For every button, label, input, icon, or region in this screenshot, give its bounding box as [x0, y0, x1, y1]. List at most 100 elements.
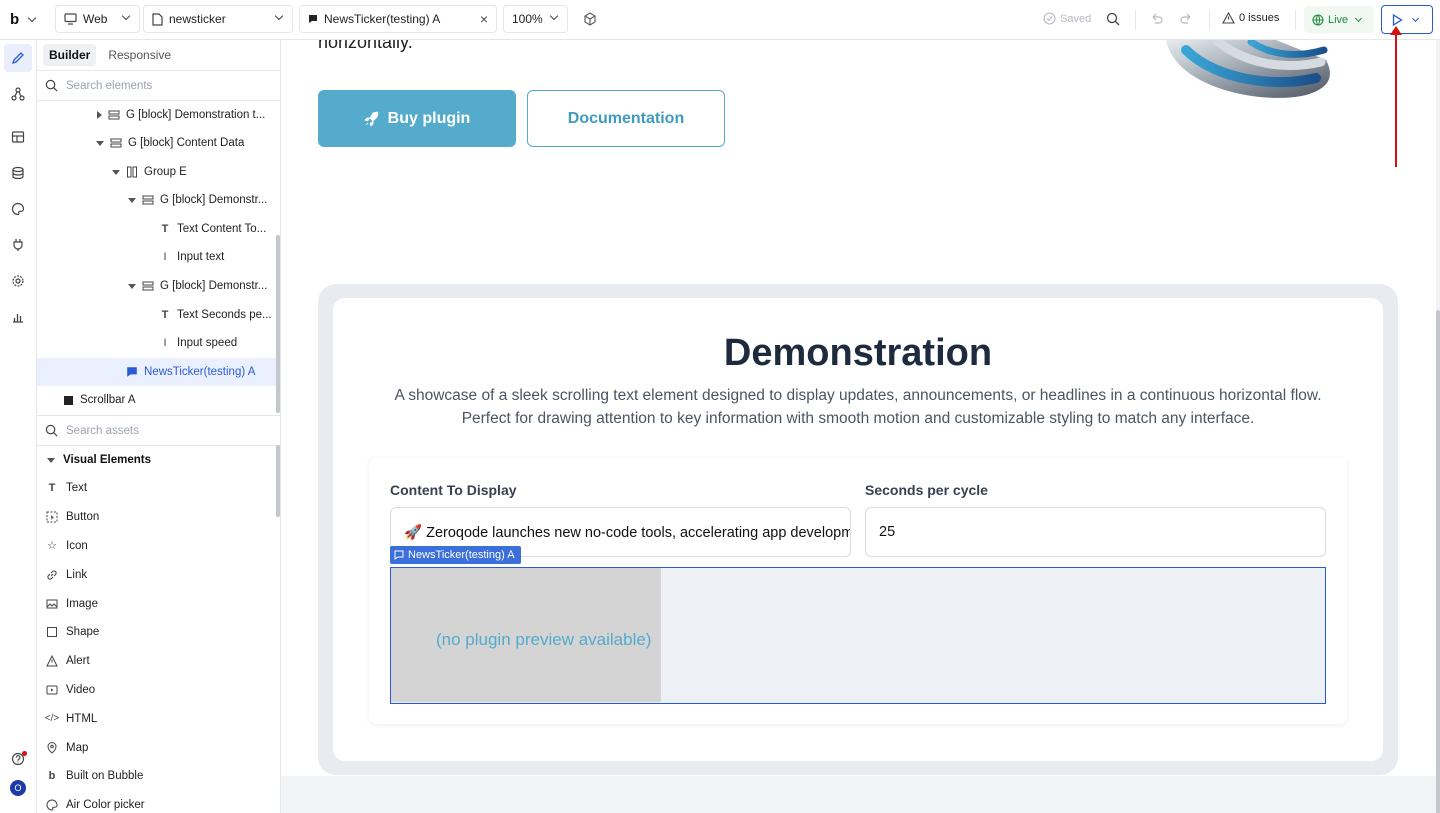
live-dropdown[interactable]: Live: [1304, 6, 1374, 33]
buy-plugin-button[interactable]: Buy plugin: [318, 90, 516, 147]
play-icon: [1392, 13, 1403, 26]
asset-image[interactable]: Image: [37, 589, 280, 618]
search-assets-input[interactable]: [66, 424, 256, 437]
asset-map[interactable]: Map: [37, 733, 280, 762]
icon-rail: O: [0, 40, 37, 813]
visual-elements-section[interactable]: Visual Elements: [37, 446, 280, 474]
issues-button[interactable]: 0 issues: [1222, 12, 1279, 24]
design-pencil-icon[interactable]: [4, 44, 32, 72]
asset-color-picker[interactable]: Air Color picker: [37, 791, 280, 813]
tree-item[interactable]: Group E: [37, 158, 277, 186]
tree-item[interactable]: G [block] Content Data: [37, 129, 277, 157]
tree-item-label: Input text: [177, 251, 225, 263]
demonstration-section: Demonstration A showcase of a sleek scro…: [318, 284, 1398, 775]
collapse-arrow-icon[interactable]: [128, 283, 136, 289]
newsticker-element[interactable]: (no plugin preview available): [390, 567, 1326, 704]
page-canvas: horizontally. Buy plugin Documentation D…: [281, 40, 1436, 776]
tree-item-selected[interactable]: NewsTicker(testing) A: [37, 358, 277, 386]
collapse-arrow-icon[interactable]: [47, 457, 55, 463]
asset-shape[interactable]: Shape: [37, 618, 280, 647]
bubble-logo: b: [10, 11, 20, 28]
undo-icon[interactable]: [1148, 10, 1166, 28]
tree-item[interactable]: I Input text: [37, 243, 277, 271]
tab-responsive[interactable]: Responsive: [102, 44, 177, 66]
documentation-button[interactable]: Documentation: [527, 90, 725, 147]
plugin-element-icon: [127, 367, 137, 377]
avatar[interactable]: O: [10, 780, 26, 796]
analytics-icon[interactable]: [9, 308, 27, 326]
workflow-icon[interactable]: [9, 85, 27, 103]
plugin-icon[interactable]: [9, 236, 27, 254]
square-icon: [47, 627, 57, 638]
chevron-down-icon: [549, 11, 559, 21]
plugin-element-icon: [309, 15, 317, 23]
tree-scrollbar[interactable]: [276, 235, 280, 413]
selected-element-tag[interactable]: NewsTicker(testing) A: [390, 546, 521, 564]
tree-item[interactable]: G [block] Demonstration t...: [37, 101, 277, 129]
element-tab[interactable]: NewsTicker(testing) A ×: [299, 5, 497, 33]
video-icon: [46, 685, 58, 695]
asset-label: Shape: [66, 626, 100, 639]
asset-button[interactable]: Button: [37, 503, 280, 532]
asset-icon[interactable]: ☆ Icon: [37, 532, 280, 561]
text-icon: T: [161, 223, 169, 235]
asset-html[interactable]: </> HTML: [37, 704, 280, 733]
close-icon[interactable]: ×: [480, 11, 488, 27]
app-menu-button[interactable]: b: [0, 0, 50, 40]
scrollbar-square-icon: [62, 394, 74, 406]
asset-text[interactable]: T Text: [37, 474, 280, 503]
element-tree: G [block] Demonstration t... G [block] C…: [37, 101, 280, 416]
redo-icon[interactable]: [1177, 10, 1195, 28]
input-cursor-icon: I: [163, 337, 167, 349]
expand-arrow-icon[interactable]: [97, 111, 102, 119]
cube-icon[interactable]: [581, 10, 599, 28]
asset-link[interactable]: Link: [37, 560, 280, 589]
asset-search: [37, 416, 280, 446]
tab-builder[interactable]: Builder: [43, 44, 97, 66]
collapse-arrow-icon[interactable]: [128, 197, 136, 203]
speed-input[interactable]: 25: [865, 507, 1326, 557]
settings-gear-icon[interactable]: [9, 272, 27, 290]
divider: [1295, 10, 1296, 30]
tree-item[interactable]: G [block] Demonstr...: [37, 186, 277, 214]
button-icon: [46, 511, 58, 523]
asset-built-on-bubble[interactable]: b Built on Bubble: [37, 762, 280, 791]
link-icon: [47, 570, 57, 580]
collapse-arrow-icon[interactable]: [96, 140, 104, 146]
section-heading: Visual Elements: [63, 454, 151, 466]
canvas-scrollbar[interactable]: [1436, 310, 1440, 813]
palette-icon[interactable]: [9, 200, 27, 218]
tree-item[interactable]: Scrollbar A: [37, 386, 277, 414]
reusable-elements-icon[interactable]: [9, 128, 27, 146]
group-icon: [142, 281, 154, 291]
page-dropdown[interactable]: newsticker: [143, 5, 293, 33]
asset-label: Text: [66, 482, 88, 495]
description-line: Perfect for drawing attention to key inf…: [461, 410, 1255, 427]
tree-item[interactable]: G [block] Demonstr...: [37, 272, 277, 300]
asset-alert[interactable]: Alert: [37, 647, 280, 676]
description-line: A showcase of a sleek scrolling text ele…: [394, 387, 1322, 404]
tree-item[interactable]: T Text Content To...: [37, 215, 277, 243]
tree-item[interactable]: T Text Seconds pe...: [37, 301, 277, 329]
preview-run-button[interactable]: [1381, 5, 1433, 34]
content-to-display-label: Content To Display: [390, 482, 517, 498]
search-icon: [45, 79, 58, 92]
annotation-arrow: [1395, 32, 1397, 167]
tree-item[interactable]: I Input speed: [37, 329, 277, 357]
editor-canvas[interactable]: horizontally. Buy plugin Documentation D…: [281, 40, 1440, 813]
zoom-label: 100%: [512, 12, 543, 26]
database-icon[interactable]: [9, 164, 27, 182]
search-elements-input[interactable]: [66, 79, 256, 92]
platform-dropdown[interactable]: Web: [55, 5, 140, 33]
zoom-dropdown[interactable]: 100%: [503, 5, 568, 33]
group-icon: [142, 195, 154, 205]
assets-scrollbar[interactable]: [276, 445, 280, 517]
asset-video[interactable]: Video: [37, 676, 280, 705]
search-icon[interactable]: [1104, 10, 1122, 28]
asset-label: HTML: [66, 712, 98, 725]
group-icon: [110, 138, 122, 148]
tree-item-label: G [block] Content Data: [128, 137, 245, 149]
collapse-arrow-icon[interactable]: [112, 169, 120, 175]
element-tab-label: NewsTicker(testing) A: [324, 12, 441, 26]
platform-label: Web: [83, 12, 108, 26]
